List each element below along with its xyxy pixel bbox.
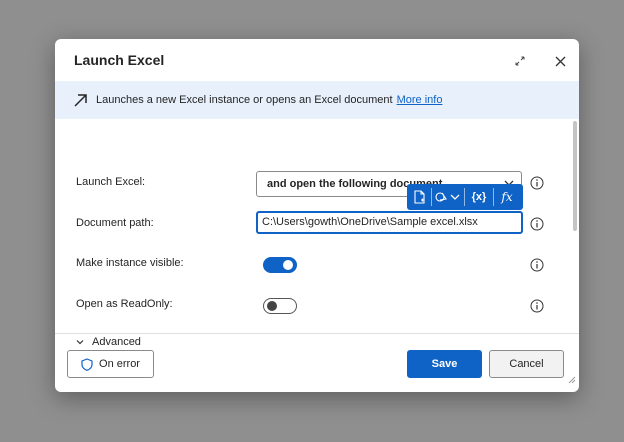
variables-button[interactable]: {x} [465, 184, 493, 210]
make-visible-toggle[interactable] [263, 257, 297, 273]
cancel-button[interactable]: Cancel [489, 350, 564, 378]
read-only-toggle[interactable] [263, 298, 297, 314]
on-error-button[interactable]: On error [67, 350, 154, 378]
expression-button[interactable]: fx [494, 184, 520, 210]
make-visible-label: Make instance visible: [76, 257, 184, 269]
advanced-label: Advanced [92, 336, 141, 348]
shapes-icon [435, 192, 447, 202]
toggle-knob [283, 260, 293, 270]
more-info-link[interactable]: More info [397, 94, 443, 106]
save-button[interactable]: Save [407, 350, 482, 378]
expand-icon [515, 56, 525, 66]
toggle-knob [267, 300, 277, 311]
form-area: Launch Excel: and open the following doc… [55, 119, 571, 348]
resize-grip-icon[interactable] [568, 371, 576, 389]
info-banner: Launches a new Excel instance or opens a… [55, 81, 579, 119]
chevron-down-icon [76, 340, 84, 345]
close-icon [555, 56, 565, 66]
document-path-label: Document path: [76, 217, 154, 229]
dialog-title: Launch Excel [74, 52, 165, 68]
banner-description: Launches a new Excel instance or opens a… [96, 94, 393, 106]
input-toolbar: {x} fx [407, 184, 523, 210]
footer-divider [55, 333, 579, 334]
read-only-info-icon[interactable] [530, 299, 544, 313]
shield-icon [81, 357, 93, 371]
file-icon [413, 190, 425, 204]
ai-suggest-button[interactable] [432, 184, 464, 210]
launch-excel-label: Launch Excel: [76, 176, 146, 188]
make-visible-info-icon[interactable] [530, 258, 544, 272]
chevron-down-icon [450, 194, 460, 200]
read-only-label: Open as ReadOnly: [76, 298, 173, 310]
launch-arrow-icon [73, 92, 89, 108]
launch-excel-info-icon[interactable] [530, 176, 544, 190]
advanced-toggle[interactable]: Advanced [75, 336, 141, 348]
select-file-button[interactable] [407, 184, 431, 210]
close-button[interactable] [548, 49, 572, 73]
expand-button[interactable] [508, 49, 532, 73]
launch-excel-dialog: Launch Excel Launches a new Excel instan… [55, 39, 579, 392]
scrollbar[interactable] [573, 121, 577, 231]
document-path-input[interactable]: C:\Users\gowth\OneDrive\Sample excel.xls… [256, 211, 523, 234]
document-path-info-icon[interactable] [530, 217, 544, 231]
on-error-label: On error [99, 358, 140, 370]
